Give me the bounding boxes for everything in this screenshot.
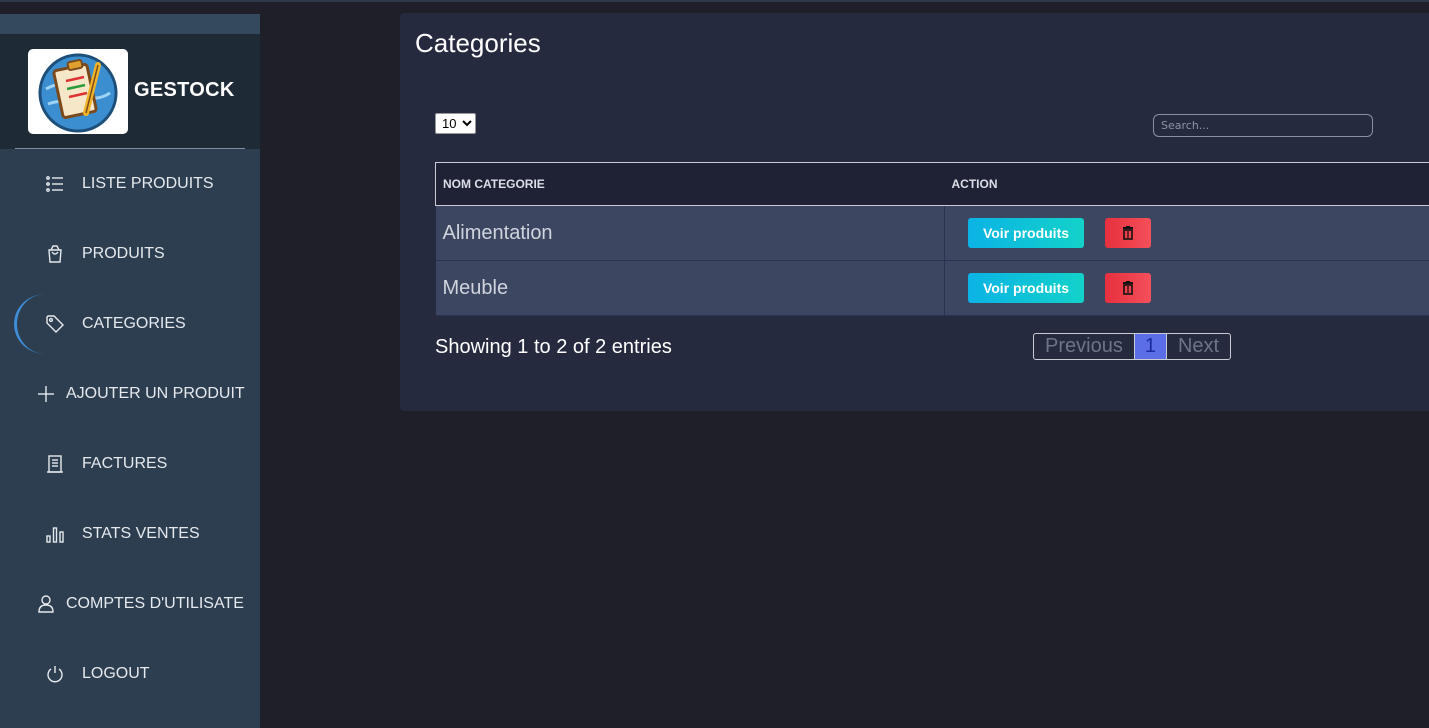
sidebar-item-ajouter-produit[interactable]: AJOUTER UN PRODUIT xyxy=(0,359,260,429)
sidebar-item-factures[interactable]: FACTURES xyxy=(0,429,260,499)
categories-table: NOM CATEGORIE ACTION Alimentation Voir p… xyxy=(435,162,1429,316)
user-icon xyxy=(36,594,56,614)
trash-icon xyxy=(1123,281,1133,295)
search-input[interactable] xyxy=(1153,114,1373,137)
page-length-select[interactable]: 10 xyxy=(435,113,476,134)
tag-icon xyxy=(45,314,65,334)
table-header-row: NOM CATEGORIE ACTION xyxy=(435,162,1429,206)
voir-produits-button[interactable]: Voir produits xyxy=(968,218,1084,248)
sidebar-item-label: CATEGORIES xyxy=(82,315,186,332)
sidebar-item-label: AJOUTER UN PRODUIT xyxy=(66,385,245,402)
page-1-button[interactable]: 1 xyxy=(1133,334,1167,359)
list-icon xyxy=(45,174,65,194)
sidebar-nav: LISTE PRODUITS PRODUITS CATEGORIES AJOUT… xyxy=(0,149,260,709)
delete-button[interactable] xyxy=(1105,273,1151,303)
category-name-cell: Alimentation xyxy=(435,205,945,261)
clipboard-globe-logo[interactable] xyxy=(28,49,128,134)
action-cell: Voir produits xyxy=(944,205,1429,261)
sidebar-item-label: FACTURES xyxy=(82,455,168,472)
sidebar-item-produits[interactable]: PRODUITS xyxy=(0,219,260,289)
column-header-nom-categorie[interactable]: NOM CATEGORIE xyxy=(435,162,945,206)
categories-card: Categories 10 NOM CATEGORIE ACTION Alime… xyxy=(400,13,1429,411)
top-border xyxy=(0,0,1429,2)
shopping-bag-icon xyxy=(45,244,65,264)
voir-produits-button[interactable]: Voir produits xyxy=(968,273,1084,303)
trash-icon xyxy=(1123,226,1133,240)
brand-name: GESTOCK xyxy=(134,79,235,101)
previous-page-button[interactable]: Previous xyxy=(1034,334,1134,359)
sidebar-item-liste-produits[interactable]: LISTE PRODUITS xyxy=(0,149,260,219)
plus-icon xyxy=(36,384,56,404)
sidebar-item-label: PRODUITS xyxy=(82,245,165,262)
sidebar-item-comptes[interactable]: COMPTES D'UTILISATE xyxy=(0,569,260,639)
sidebar-item-label: COMPTES D'UTILISATE xyxy=(66,595,244,612)
category-name-cell: Meuble xyxy=(435,260,945,316)
sidebar: GESTOCK LISTE PRODUITS PRODUITS CATEGORI… xyxy=(0,14,260,728)
column-header-action: ACTION xyxy=(944,162,1429,206)
bar-chart-icon xyxy=(45,524,65,544)
invoice-icon xyxy=(45,454,65,474)
sidebar-item-label: LISTE PRODUITS xyxy=(82,175,214,192)
brand: GESTOCK xyxy=(0,34,260,149)
page-title: Categories xyxy=(415,28,541,58)
sidebar-topbar xyxy=(0,14,260,34)
sidebar-item-logout[interactable]: LOGOUT xyxy=(0,639,260,709)
table-row: Meuble Voir produits xyxy=(435,260,1429,316)
delete-button[interactable] xyxy=(1105,218,1151,248)
action-cell: Voir produits xyxy=(944,260,1429,316)
table-row: Alimentation Voir produits xyxy=(435,205,1429,261)
table-info: Showing 1 to 2 of 2 entries xyxy=(435,336,672,358)
pagination: Previous 1 Next xyxy=(1033,333,1232,360)
power-icon xyxy=(45,664,65,684)
sidebar-item-label: STATS VENTES xyxy=(82,525,200,542)
sidebar-item-categories[interactable]: CATEGORIES xyxy=(0,289,260,359)
sidebar-item-label: LOGOUT xyxy=(82,665,150,682)
next-page-button[interactable]: Next xyxy=(1167,334,1230,359)
sidebar-item-stats-ventes[interactable]: STATS VENTES xyxy=(0,499,260,569)
